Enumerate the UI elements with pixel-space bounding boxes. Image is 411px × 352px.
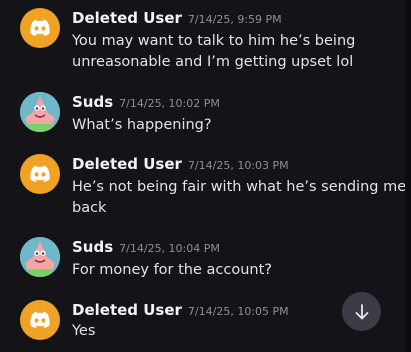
message-header: Suds 7/14/25, 10:04 PM [72, 237, 220, 259]
timestamp: 7/14/25, 10:04 PM [119, 242, 220, 255]
patrick-star-avatar-icon [20, 92, 60, 132]
discord-logo-icon [30, 165, 50, 182]
message-header: Deleted User 7/14/25, 10:05 PM [72, 300, 289, 322]
message-header: Deleted User 7/14/25, 10:03 PM [72, 154, 289, 176]
timestamp: 7/14/25, 10:02 PM [119, 97, 220, 110]
message-text-line: You may want to talk to him he’s being [72, 33, 356, 49]
timestamp: 7/14/25, 10:03 PM [187, 159, 289, 172]
username[interactable]: Suds [72, 93, 113, 111]
username[interactable]: Deleted User [72, 155, 182, 173]
message-text-line: For money for the account? [72, 262, 272, 278]
discord-logo-icon [30, 311, 50, 328]
scrollbar-track[interactable] [405, 0, 411, 352]
avatar[interactable] [20, 300, 60, 340]
message-text-line: back [72, 200, 107, 216]
message-text-line: unreasonable and I’m getting upset lol [72, 54, 354, 70]
message-text-line: He’s not being fair with what he’s sendi… [72, 179, 407, 195]
timestamp: 7/14/25, 9:59 PM [187, 13, 282, 26]
avatar[interactable] [20, 237, 60, 277]
username[interactable]: Deleted User [72, 9, 182, 27]
scroll-to-bottom-button[interactable] [342, 292, 381, 331]
message-header: Suds 7/14/25, 10:02 PM [72, 92, 220, 114]
message-header: Deleted User 7/14/25, 9:59 PM [72, 8, 282, 30]
avatar[interactable] [20, 154, 60, 194]
discord-logo-icon [30, 19, 50, 36]
timestamp: 7/14/25, 10:05 PM [187, 305, 289, 318]
message-text-line: What’s happening? [72, 117, 212, 133]
arrow-down-icon [355, 303, 368, 319]
message-text-line: Yes [72, 323, 96, 339]
avatar[interactable] [20, 8, 60, 48]
username[interactable]: Deleted User [72, 301, 182, 319]
username[interactable]: Suds [72, 238, 113, 256]
avatar[interactable] [20, 92, 60, 132]
patrick-star-avatar-icon [20, 237, 60, 277]
